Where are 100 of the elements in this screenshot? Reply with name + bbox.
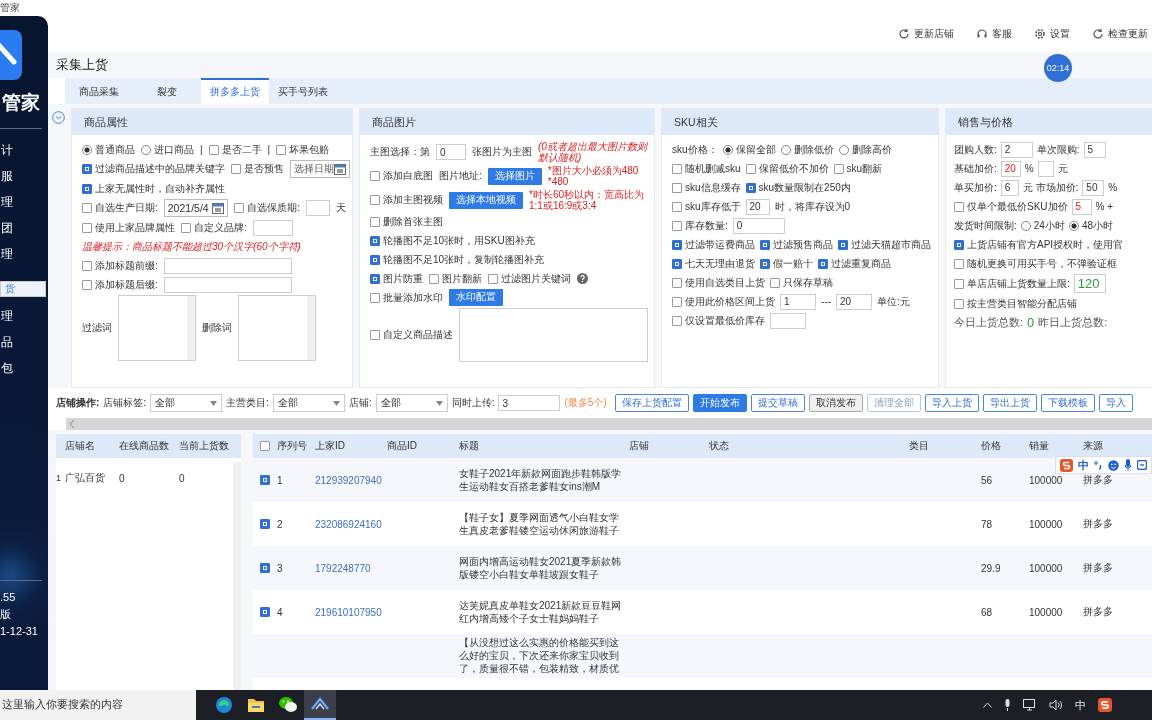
checkbox[interactable]: 仅设置最低价库存: [672, 313, 765, 328]
sidebar-item[interactable]: 理: [0, 241, 41, 267]
checkbox[interactable]: 坏果包赔: [276, 142, 330, 157]
header-action[interactable]: 客服: [976, 27, 1012, 41]
checkbox[interactable]: 只保存草稿: [770, 275, 833, 290]
checkbox[interactable]: 轮播图不足10张时，用SKU图补充: [370, 233, 535, 248]
toolbar-button[interactable]: 保存上货配置: [614, 394, 689, 412]
checkbox[interactable]: 过滤重复商品: [818, 256, 891, 271]
checkbox[interactable]: 图片翻新: [429, 271, 482, 286]
checkbox[interactable]: 添加主图视频: [370, 193, 443, 207]
checkbox[interactable]: 自定义品牌:: [181, 220, 247, 235]
radio-button[interactable]: 删除高价: [838, 142, 892, 157]
input-method-icon[interactable]: [1098, 698, 1112, 712]
input-mode[interactable]: 中: [1078, 457, 1089, 473]
sidebar-item[interactable]: 服: [0, 163, 41, 189]
tab[interactable]: 拼多多上货: [201, 78, 269, 104]
tab[interactable]: 裂变: [133, 78, 201, 104]
checkbox[interactable]: 自定义商品描述: [370, 328, 453, 342]
language-indicator[interactable]: 中: [1075, 697, 1086, 713]
checkbox[interactable]: 过滤预售商品: [760, 237, 833, 252]
toolbar-button[interactable]: 取消发布: [808, 394, 863, 412]
dropdown[interactable]: 全部: [375, 394, 448, 412]
volume-icon[interactable]: [1049, 699, 1063, 711]
input-field[interactable]: 5: [1083, 141, 1106, 158]
checkbox[interactable]: 使用自选类目上货: [672, 275, 765, 290]
checkbox[interactable]: 上货店铺有官方API授权时，使用官: [954, 237, 1124, 252]
punctuation-icon[interactable]: [1094, 460, 1103, 470]
tab[interactable]: 买手号列表: [269, 78, 337, 104]
row-checkbox[interactable]: [260, 519, 270, 529]
input-field[interactable]: 5: [1071, 198, 1092, 215]
row-checkbox[interactable]: [260, 563, 270, 573]
input-field[interactable]: [163, 276, 292, 293]
checkbox[interactable]: 过滤商品描述中的品牌关键字: [82, 162, 225, 176]
checkbox[interactable]: 库存数量:: [672, 218, 728, 233]
checkbox[interactable]: 仅单个最低价SKU加价: [954, 199, 1068, 214]
header-action[interactable]: 检查更新: [1092, 27, 1148, 41]
id-link[interactable]: 219610107950: [315, 606, 382, 618]
id-link[interactable]: 1792248770: [315, 562, 371, 574]
checkbox[interactable]: 图片防重: [370, 271, 423, 286]
input-field[interactable]: 0: [732, 217, 785, 234]
row-checkbox[interactable]: [260, 607, 270, 617]
checkbox[interactable]: 使用上家品牌属性: [82, 220, 175, 235]
radio-button[interactable]: 48小时: [1068, 218, 1114, 233]
checkbox[interactable]: 过滤图片关键词: [488, 271, 571, 286]
input-field[interactable]: 6: [1000, 179, 1019, 196]
emoji-icon[interactable]: [1108, 459, 1119, 471]
action-button[interactable]: 水印配置: [449, 289, 503, 306]
sidebar-item[interactable]: 品: [0, 329, 41, 355]
radio-button[interactable]: 普通商品: [82, 142, 135, 157]
checkbox[interactable]: 按主营类目智能分配店铺: [954, 296, 1077, 311]
checkbox[interactable]: 上家无属性时，自动补齐属性: [82, 181, 225, 196]
date-field[interactable]: 2021/5/4: [163, 199, 229, 217]
checkbox[interactable]: 自选保质期:: [234, 201, 300, 215]
caret-up-icon[interactable]: [983, 702, 992, 708]
network-icon[interactable]: [1023, 699, 1037, 711]
action-button[interactable]: 选择本地视频: [449, 191, 523, 209]
dropdown[interactable]: 全部: [272, 394, 345, 412]
toolbar-button[interactable]: 导入: [1098, 394, 1133, 412]
input-field[interactable]: 120: [1073, 274, 1106, 293]
toolbar-button[interactable]: 下载模板: [1040, 394, 1095, 412]
toolbar-button[interactable]: 提交草稿: [750, 394, 805, 412]
checkbox[interactable]: 单店店铺上货数量上限:: [954, 276, 1070, 291]
id-link[interactable]: 232086924160: [315, 518, 382, 530]
checkbox[interactable]: 添加标题后缀:: [82, 277, 158, 292]
input-field[interactable]: [306, 200, 330, 216]
checkbox[interactable]: 是否二手: [208, 142, 262, 157]
select-all-checkbox[interactable]: [260, 441, 270, 451]
checkbox[interactable]: sku库存低于: [672, 199, 741, 214]
checkbox[interactable]: 自选生产日期:: [82, 201, 158, 215]
sidebar-item[interactable]: 计: [0, 137, 41, 163]
sidebar-item[interactable]: 货: [0, 281, 46, 297]
checkbox[interactable]: 保留低价不加价: [745, 161, 829, 176]
input-field[interactable]: 1: [780, 293, 816, 310]
taskbar-search-field[interactable]: 这里输入你要搜索的内容: [0, 690, 196, 720]
tab[interactable]: 商品采集: [65, 78, 133, 104]
checkbox[interactable]: 过滤天猫超市商品: [838, 237, 931, 252]
checkbox[interactable]: 是否预售: [231, 162, 284, 176]
input-field[interactable]: 2: [1000, 141, 1033, 158]
input-field[interactable]: 50: [1082, 179, 1105, 196]
vertical-scrollbar[interactable]: [233, 462, 241, 690]
checkbox[interactable]: 轮播图不足10张时，复制轮播图补充: [370, 252, 545, 267]
microphone-icon[interactable]: [1124, 459, 1132, 471]
horizontal-scrollbar[interactable]: [66, 418, 1152, 430]
sidebar-item[interactable]: 理: [0, 303, 41, 329]
checkbox[interactable]: sku翻新: [833, 161, 883, 176]
checkbox[interactable]: 删除首张主图: [370, 214, 443, 229]
checkbox[interactable]: 批量添加水印: [370, 290, 443, 305]
input-field[interactable]: [1037, 160, 1054, 177]
checkbox[interactable]: 添加白底图: [370, 169, 433, 183]
checkbox[interactable]: 七天无理由退货: [672, 256, 755, 271]
toolbar-button[interactable]: 导入上货: [924, 394, 979, 412]
input-field[interactable]: 20: [745, 198, 770, 215]
input-field[interactable]: 0: [436, 144, 466, 160]
radio-button[interactable]: 删除低价: [780, 142, 834, 157]
input-field[interactable]: [252, 219, 293, 236]
checkbox[interactable]: 假一赔十: [760, 256, 813, 271]
scroll-left-icon[interactable]: [69, 420, 75, 428]
sidebar-item[interactable]: 包: [0, 355, 41, 381]
sidebar-item[interactable]: 团: [0, 215, 41, 241]
action-button[interactable]: 选择图片: [487, 167, 542, 185]
